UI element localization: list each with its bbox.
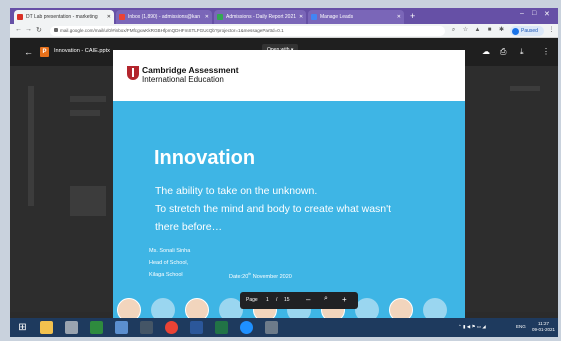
dimmed-text: [70, 110, 100, 116]
clock-date: 09-01-2021: [532, 327, 556, 332]
presenter-role: Head of School,: [149, 260, 189, 266]
chrome-icon[interactable]: [165, 321, 178, 334]
url-input[interactable]: mail.google.com/mail/u/0/#inbox/FMfcgxwK…: [50, 26, 445, 36]
add-to-drive-icon[interactable]: ☁: [482, 47, 490, 56]
close-tab-icon[interactable]: ✕: [394, 14, 401, 20]
browser-window: DT Lab presentation - marketing ✕ Inbox …: [10, 8, 558, 337]
zoom-out-icon[interactable]: –: [306, 295, 310, 304]
tray-icons[interactable]: ⌃ ▮ ◀ ⚑ ▭ ◢: [458, 324, 486, 330]
dimmed-sidebar: [28, 86, 34, 206]
slide-line-2: To stretch the mind and body to create w…: [155, 203, 392, 215]
slide-date: Date:20th November 2020: [229, 272, 292, 280]
total-pages: 15: [284, 297, 290, 303]
camtasia-icon[interactable]: [90, 321, 103, 334]
extension-icon[interactable]: ■: [486, 27, 493, 34]
slide-title: Innovation: [154, 147, 256, 169]
tab-strip: DT Lab presentation - marketing ✕ Inbox …: [10, 8, 558, 24]
screen: DT Lab presentation - marketing ✕ Inbox …: [0, 0, 561, 341]
app-icon[interactable]: [265, 321, 278, 334]
forward-arrow-icon[interactable]: →: [25, 26, 32, 33]
decor-circle: [151, 298, 175, 318]
app-icon[interactable]: [115, 321, 128, 334]
tab-label: Manage Leads: [320, 14, 354, 20]
page-control: Page 1 / 15 – ⌕ +: [240, 292, 358, 309]
decor-circle: [355, 298, 379, 318]
puzzle-icon[interactable]: ✱: [498, 27, 505, 34]
dimmed-attachment: [70, 186, 106, 216]
excel-icon[interactable]: [215, 321, 228, 334]
tab-manage-leads[interactable]: Manage Leads ✕: [308, 10, 404, 24]
menu-kebab-icon[interactable]: ⋮: [548, 27, 555, 34]
tab-inbox[interactable]: Inbox (1,890) - admissions@kan ✕: [116, 10, 212, 24]
profile-label: Paused: [521, 28, 538, 34]
child-photo: [117, 298, 141, 318]
slide-line-3: there before…: [155, 221, 223, 233]
dimmed-text: [510, 86, 540, 91]
address-bar: ← → ↻ mail.google.com/mail/u/0/#inbox/FM…: [10, 24, 558, 38]
tab-label: DT Lab presentation - marketing: [26, 14, 98, 20]
gmail-icon: [17, 14, 23, 20]
child-photo: [185, 298, 209, 318]
child-photo: [389, 298, 413, 318]
dimmed-text: [70, 96, 106, 102]
print-icon[interactable]: ⎙: [500, 47, 506, 57]
zoom-icon[interactable]: ⌕: [450, 27, 457, 34]
back-arrow-icon[interactable]: ←: [15, 26, 22, 33]
network-icon[interactable]: [65, 321, 78, 334]
decor-circle: [423, 298, 447, 318]
tab-admissions-report[interactable]: Admissions - Daily Report 2021 ✕: [214, 10, 306, 24]
tab-dt-lab-presentation[interactable]: DT Lab presentation - marketing ✕: [14, 10, 114, 24]
gmail-icon: [119, 14, 125, 20]
slide-header: Cambridge Assessment International Educa…: [113, 50, 465, 101]
cambridge-shield-logo: [127, 66, 139, 80]
avatar: [512, 27, 519, 35]
page-separator: /: [276, 297, 278, 303]
windows-taskbar: ⊞ ⌃ ▮ ◀ ⚑ ▭ ◢ ENG 11:27 09-01-2021: [10, 318, 558, 337]
star-icon[interactable]: ☆: [462, 27, 469, 34]
reload-icon[interactable]: ↻: [36, 26, 42, 34]
file-name: Innovation - CAIE.pptx: [54, 48, 110, 54]
lock-icon: [54, 28, 58, 32]
close-viewer-arrow-icon[interactable]: ←: [24, 47, 33, 57]
current-page-input[interactable]: 1: [266, 297, 269, 303]
brand-line-2: International Education: [142, 75, 224, 84]
date-suffix: November 2020: [251, 273, 292, 280]
maximize-icon[interactable]: □: [532, 10, 536, 17]
page-label: Page: [246, 297, 258, 303]
presentation-slide: Cambridge Assessment International Educa…: [113, 50, 465, 318]
leads-icon: [311, 14, 317, 20]
close-tab-icon[interactable]: ✕: [104, 14, 111, 20]
presenter-name: Ms. Sonali Sinha: [149, 248, 191, 254]
download-icon[interactable]: ⤓: [520, 47, 524, 57]
sheets-icon: [217, 14, 223, 20]
tab-label: Inbox (1,890) - admissions@kan: [128, 14, 201, 20]
brand-line-1: Cambridge Assessment: [142, 65, 239, 75]
zoom-magnifier-icon[interactable]: ⌕: [324, 295, 328, 303]
new-tab-icon[interactable]: +: [410, 11, 415, 21]
close-tab-icon[interactable]: ✕: [202, 14, 209, 20]
system-clock[interactable]: 11:27 09-01-2021: [532, 321, 555, 333]
edge-icon[interactable]: [240, 321, 253, 334]
minimize-icon[interactable]: –: [520, 10, 524, 17]
slide-line-1: The ability to take on the unknown.: [155, 185, 318, 197]
close-tab-icon[interactable]: ✕: [296, 14, 303, 20]
windows-start-icon[interactable]: ⊞: [16, 321, 29, 334]
language-indicator[interactable]: ENG: [516, 324, 526, 329]
zoom-in-icon[interactable]: +: [342, 295, 347, 304]
more-options-icon[interactable]: ⋮: [542, 47, 550, 56]
close-window-icon[interactable]: ✕: [544, 10, 550, 18]
file-explorer-icon[interactable]: [40, 321, 53, 334]
powerpoint-file-icon: P: [40, 47, 49, 57]
profile-paused-button[interactable]: Paused: [510, 26, 544, 36]
app-icon[interactable]: [140, 321, 153, 334]
drive-icon[interactable]: ▲: [474, 27, 481, 34]
tab-label: Admissions - Daily Report 2021: [226, 14, 297, 20]
word-icon[interactable]: [190, 321, 203, 334]
school-name: Kilaga School: [149, 272, 183, 278]
date-prefix: Date:20: [229, 273, 249, 280]
